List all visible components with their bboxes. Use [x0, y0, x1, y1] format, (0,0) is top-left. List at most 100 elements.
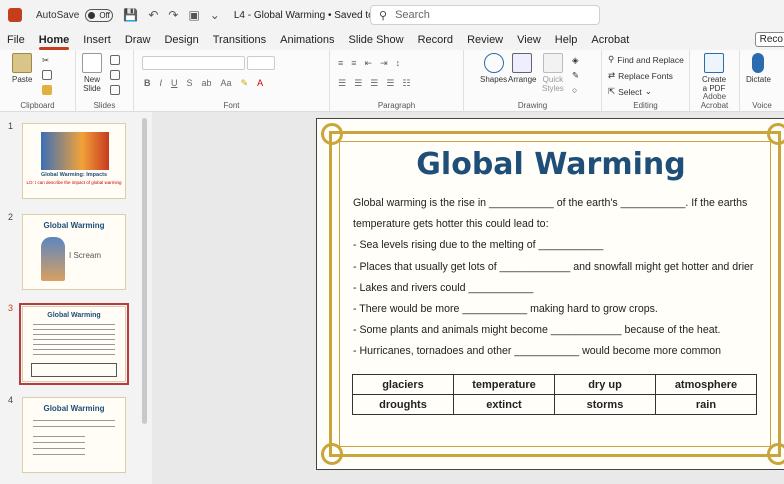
new-slide-label-1: New: [83, 75, 100, 84]
tab-record[interactable]: Record: [411, 34, 460, 50]
tab-insert[interactable]: Insert: [76, 34, 118, 50]
thumbnails-scrollbar[interactable]: [142, 118, 147, 424]
mini-text-line: [33, 426, 115, 427]
create-pdf-label-1: Create: [702, 75, 727, 84]
voice-label: Voice: [752, 101, 772, 110]
mini-text-line: [33, 344, 115, 345]
clipboard-group: Paste ✂ Clipboard: [0, 50, 76, 112]
slide-thumbnail-1[interactable]: Global Warming: Impacts LO: I can descri…: [22, 123, 126, 199]
italic-icon[interactable]: I: [160, 78, 163, 89]
cut-button[interactable]: ✂: [42, 55, 49, 66]
search-box[interactable]: ⚲ Search: [370, 5, 600, 25]
justify-icon[interactable]: ☰: [386, 78, 394, 89]
drawing-label: Drawing: [517, 101, 548, 110]
paragraph-group: ≡ ≡ ⇤ ⇥ ↕ ☰ ☰ ☰ ☰ ☷ Paragraph: [330, 50, 464, 112]
highlight-icon[interactable]: ✎: [241, 78, 249, 89]
redo-icon[interactable]: ↷: [168, 8, 178, 22]
shape-fill-button[interactable]: ◈: [572, 55, 579, 66]
tab-transitions[interactable]: Transitions: [206, 34, 273, 50]
increase-indent-icon[interactable]: ⇥: [380, 58, 388, 69]
mini-text-line: [33, 339, 115, 340]
strikethrough-icon[interactable]: S: [187, 78, 193, 89]
clipboard-label: Clipboard: [20, 101, 55, 110]
replace-fonts-button[interactable]: ⇄ Replace Fonts: [608, 70, 673, 81]
create-pdf-button[interactable]: Create a PDF: [702, 53, 726, 93]
tab-home[interactable]: Home: [32, 34, 77, 50]
autosave-toggle[interactable]: Off: [85, 8, 114, 22]
title-bar: AutoSave Off 💾 ↶ ↷ ▣ ⌄ L4 - Global Warmi…: [0, 0, 784, 30]
arrange-icon: [512, 53, 533, 73]
arrange-label: Arrange: [508, 75, 537, 84]
align-left-icon[interactable]: ☰: [338, 78, 346, 89]
font-color-icon[interactable]: A: [257, 78, 263, 89]
copy-button[interactable]: [42, 70, 52, 80]
shapes-button[interactable]: Shapes: [480, 53, 507, 84]
select-button[interactable]: ⇱ Select ⌄: [608, 86, 652, 97]
change-case-icon[interactable]: Aa: [221, 78, 232, 89]
shape-outline-button[interactable]: ✎: [572, 70, 579, 81]
bold-icon[interactable]: B: [144, 78, 151, 89]
font-size-select[interactable]: [247, 56, 275, 70]
dictate-label: Dictate: [746, 75, 771, 84]
paragraph-label: Paragraph: [377, 101, 416, 110]
decrease-indent-icon[interactable]: ⇤: [365, 58, 373, 69]
mini-text-line: [33, 329, 115, 330]
present-icon[interactable]: ▣: [188, 8, 199, 22]
slide-title[interactable]: Global Warming: [317, 147, 784, 182]
tab-acrobat[interactable]: Acrobat: [584, 34, 636, 50]
customize-toolbar-icon[interactable]: ⌄: [210, 8, 220, 22]
arrange-button[interactable]: Arrange: [508, 53, 536, 84]
shapes-icon: [483, 53, 504, 73]
layout-button[interactable]: [110, 55, 120, 65]
thumbnail-title-2: Global Warming: [43, 221, 105, 230]
slide-thumbnail-2[interactable]: Global Warming I Scream: [22, 214, 126, 290]
numbering-icon[interactable]: ≡: [351, 58, 356, 69]
paste-button[interactable]: Paste: [12, 53, 32, 84]
thumbnail-title-3: Global Warming: [47, 312, 101, 319]
tab-file[interactable]: File: [0, 34, 32, 50]
record-button[interactable]: Reco: [754, 32, 784, 47]
shape-effects-button[interactable]: ○: [572, 85, 577, 95]
find-replace-label: Find and Replace: [617, 54, 684, 65]
align-center-icon[interactable]: ☰: [354, 78, 362, 89]
font-name-select[interactable]: [142, 56, 245, 70]
tab-animations[interactable]: Animations: [273, 34, 341, 50]
underline-icon[interactable]: U: [171, 78, 178, 89]
slide-thumbnail-4[interactable]: Global Warming: [22, 397, 126, 473]
current-slide[interactable]: Global Warming Global warming is the ris…: [316, 118, 784, 470]
quick-styles-button[interactable]: Quick Styles: [542, 53, 564, 93]
earth-image: [41, 132, 109, 170]
line-spacing-icon[interactable]: ↕: [396, 58, 401, 69]
tab-review[interactable]: Review: [460, 34, 510, 50]
dictate-button[interactable]: Dictate: [746, 53, 771, 84]
slide-thumbnail-3[interactable]: Global Warming: [19, 303, 129, 385]
word-bank-table[interactable]: glaciers temperature dry up atmosphere d…: [352, 374, 757, 415]
slide-body-text[interactable]: Global warming is the rise in __________…: [353, 193, 773, 363]
mini-text-line: [33, 354, 115, 355]
word-bank-cell: atmosphere: [655, 374, 757, 395]
paragraph-row-1: ≡ ≡ ⇤ ⇥ ↕: [338, 58, 400, 69]
format-painter-button[interactable]: [42, 85, 52, 95]
char-spacing-icon[interactable]: ab: [202, 78, 212, 89]
new-slide-button[interactable]: New Slide: [82, 53, 102, 93]
align-right-icon[interactable]: ☰: [370, 78, 378, 89]
tab-view[interactable]: View: [510, 34, 548, 50]
paste-label: Paste: [12, 75, 33, 84]
tab-slide-show[interactable]: Slide Show: [342, 34, 411, 50]
bullets-icon[interactable]: ≡: [338, 58, 343, 69]
select-label: Select: [618, 86, 642, 97]
tab-draw[interactable]: Draw: [118, 34, 158, 50]
table-row: glaciers temperature dry up atmosphere: [352, 374, 757, 395]
tab-help[interactable]: Help: [548, 34, 585, 50]
save-icon[interactable]: 💾: [123, 8, 138, 22]
find-and-replace-button[interactable]: ⚲ Find and Replace: [608, 54, 684, 65]
tab-design[interactable]: Design: [157, 34, 205, 50]
acrobat-group: Create a PDF Adobe Acrobat: [690, 50, 740, 112]
undo-icon[interactable]: ↶: [148, 8, 158, 22]
slides-label: Slides: [93, 101, 116, 110]
section-button[interactable]: [110, 85, 120, 95]
columns-icon[interactable]: ☷: [402, 78, 410, 89]
word-bank-cell: temperature: [453, 374, 555, 395]
search-icon: ⚲: [379, 9, 388, 22]
reset-button[interactable]: [110, 70, 120, 80]
